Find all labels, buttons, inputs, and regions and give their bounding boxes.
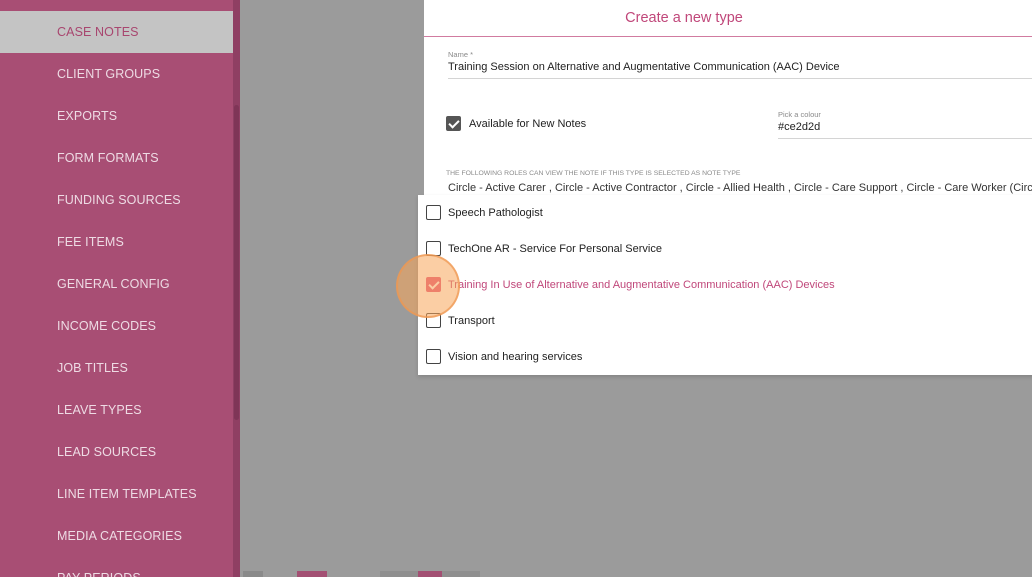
role-option-transport[interactable]: Transport — [418, 303, 1032, 339]
roles-select-value[interactable]: Circle - Active Carer , Circle - Active … — [448, 182, 1032, 194]
sidebar-scrollbar[interactable] — [233, 0, 240, 577]
name-field-label: Name * — [448, 50, 474, 59]
role-option-training-aac-devices[interactable]: Training In Use of Alternative and Augme… — [418, 267, 1032, 303]
colour-input-underline — [778, 138, 1032, 139]
roles-dropdown-list: Speech Pathologist TechOne AR - Service … — [418, 195, 1032, 375]
role-option-checkbox[interactable] — [426, 205, 441, 220]
role-option-label: Training In Use of Alternative and Augme… — [448, 279, 835, 291]
role-option-checkbox[interactable] — [426, 349, 441, 364]
pager-fragment — [380, 571, 418, 577]
sidebar-item-pay-periods[interactable]: PAY PERIODS — [0, 557, 233, 577]
sidebar-item-exports[interactable]: EXPORTS — [0, 95, 233, 137]
sidebar: CASE NOTES CLIENT GROUPS EXPORTS FORM FO… — [0, 0, 233, 577]
roles-field-label: THE FOLLOWING ROLES CAN VIEW THE NOTE IF… — [446, 170, 741, 177]
create-type-dialog: Create a new type Name * Training Sessio… — [424, 0, 1032, 200]
role-option-techone-ar[interactable]: TechOne AR - Service For Personal Servic… — [418, 231, 1032, 267]
available-for-new-notes-checkbox[interactable] — [446, 116, 461, 131]
role-option-checkbox[interactable] — [426, 277, 441, 292]
sidebar-item-client-groups[interactable]: CLIENT GROUPS — [0, 53, 233, 95]
role-option-label: TechOne AR - Service For Personal Servic… — [448, 243, 662, 255]
role-option-speech-pathologist[interactable]: Speech Pathologist — [418, 195, 1032, 231]
pager-fragment — [297, 571, 327, 577]
role-option-label: Vision and hearing services — [448, 351, 583, 363]
role-option-vision-hearing[interactable]: Vision and hearing services — [418, 339, 1032, 375]
sidebar-item-lead-sources[interactable]: LEAD SOURCES — [0, 431, 233, 473]
role-option-label: Transport — [448, 315, 495, 327]
sidebar-item-media-categories[interactable]: MEDIA CATEGORIES — [0, 515, 233, 557]
scrollbar-thumb[interactable] — [234, 105, 239, 420]
sidebar-item-job-titles[interactable]: JOB TITLES — [0, 347, 233, 389]
colour-field-label: Pick a colour — [778, 110, 821, 119]
role-option-checkbox[interactable] — [426, 313, 441, 328]
role-option-checkbox[interactable] — [426, 241, 441, 256]
pager-fragment — [243, 571, 263, 577]
sidebar-item-line-item-templates[interactable]: LINE ITEM TEMPLATES — [0, 473, 233, 515]
dialog-header: Create a new type — [424, 0, 1032, 37]
sidebar-item-leave-types[interactable]: LEAVE TYPES — [0, 389, 233, 431]
role-option-label: Speech Pathologist — [448, 207, 543, 219]
sidebar-item-general-config[interactable]: GENERAL CONFIG — [0, 263, 233, 305]
available-for-new-notes-label: Available for New Notes — [469, 118, 587, 130]
dialog-title: Create a new type — [625, 10, 743, 26]
sidebar-item-funding-sources[interactable]: FUNDING SOURCES — [0, 179, 233, 221]
sidebar-item-form-formats[interactable]: FORM FORMATS — [0, 137, 233, 179]
sidebar-item-case-notes[interactable]: CASE NOTES — [0, 11, 233, 53]
pager-fragment — [442, 571, 480, 577]
colour-input[interactable]: #ce2d2d — [778, 121, 820, 133]
sidebar-item-income-codes[interactable]: INCOME CODES — [0, 305, 233, 347]
name-input-underline — [448, 78, 1032, 79]
name-input[interactable]: Training Session on Alternative and Augm… — [448, 61, 840, 73]
sidebar-item-fee-items[interactable]: FEE ITEMS — [0, 221, 233, 263]
pager-fragment — [418, 571, 442, 577]
